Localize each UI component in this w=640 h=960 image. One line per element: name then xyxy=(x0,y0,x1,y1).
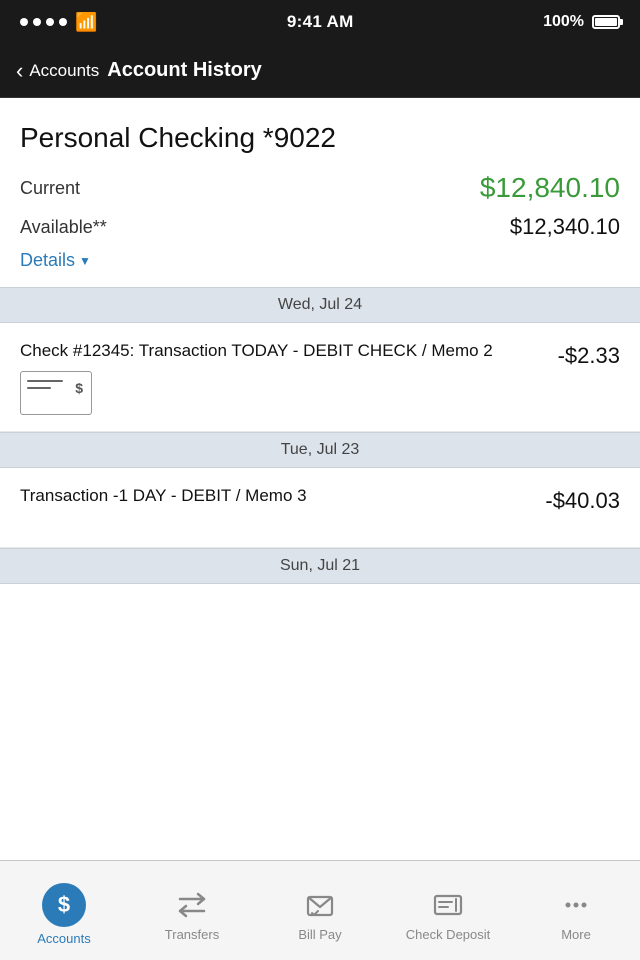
back-chevron-icon: ‹ xyxy=(16,60,23,82)
date-header-sun: Sun, Jul 21 xyxy=(0,548,640,584)
tab-billpay-label: Bill Pay xyxy=(298,927,341,942)
tab-transfers-label: Transfers xyxy=(165,927,219,942)
transaction-row[interactable]: Check #12345: Transaction TODAY - DEBIT … xyxy=(0,323,640,432)
wifi-icon: 📶 xyxy=(75,12,97,33)
transaction-desc: Check #12345: Transaction TODAY - DEBIT … xyxy=(20,339,542,363)
battery-percent: 100% xyxy=(543,13,584,31)
transactions-container: Wed, Jul 24 Check #12345: Transaction TO… xyxy=(0,287,640,584)
current-balance-row: Current $12,840.10 xyxy=(20,172,620,204)
tab-checkdeposit[interactable]: Check Deposit xyxy=(384,861,512,960)
battery-icon xyxy=(592,15,620,29)
accounts-icon: $ xyxy=(42,883,86,927)
status-time: 9:41 AM xyxy=(287,12,354,32)
signal-dot-2 xyxy=(33,18,41,26)
check-dollar-icon: $ xyxy=(75,380,83,396)
transaction-row[interactable]: Transaction -1 DAY - DEBIT / Memo 3 -$40… xyxy=(0,468,640,548)
tab-more[interactable]: More xyxy=(512,861,640,960)
checkdeposit-icon xyxy=(430,887,466,923)
available-balance-row: Available** $12,340.10 xyxy=(20,214,620,240)
transaction-amount: -$40.03 xyxy=(545,484,620,514)
signal-dot-1 xyxy=(20,18,28,26)
available-label: Available** xyxy=(20,217,107,238)
transaction-left: Check #12345: Transaction TODAY - DEBIT … xyxy=(20,339,558,415)
check-lines-icon xyxy=(27,380,63,394)
date-header-wed: Wed, Jul 24 xyxy=(0,287,640,323)
nav-back-label: Accounts xyxy=(29,61,99,81)
transaction-desc: Transaction -1 DAY - DEBIT / Memo 3 xyxy=(20,484,529,508)
tab-transfers[interactable]: Transfers xyxy=(128,861,256,960)
more-icon xyxy=(558,887,594,923)
account-name: Personal Checking *9022 xyxy=(20,122,620,154)
check-line-2 xyxy=(27,387,51,389)
transfers-icon xyxy=(174,887,210,923)
signal-dot-4 xyxy=(59,18,67,26)
nav-title: Account History xyxy=(107,59,261,82)
status-bar: 📶 9:41 AM 100% xyxy=(0,0,640,44)
status-left: 📶 xyxy=(20,12,97,33)
transaction-left: Transaction -1 DAY - DEBIT / Memo 3 xyxy=(20,484,545,516)
tab-billpay[interactable]: Bill Pay xyxy=(256,861,384,960)
tab-more-label: More xyxy=(561,927,591,942)
signal-dot-3 xyxy=(46,18,54,26)
check-image: $ xyxy=(20,371,92,415)
details-link[interactable]: Details ▼ xyxy=(20,250,620,271)
transaction-amount: -$2.33 xyxy=(558,339,620,369)
tab-bar: $ Accounts Transfers Bill Pay xyxy=(0,860,640,960)
account-section: Personal Checking *9022 Current $12,840.… xyxy=(0,98,640,287)
billpay-icon xyxy=(302,887,338,923)
nav-back-button[interactable]: ‹ Accounts xyxy=(16,60,99,82)
tab-checkdeposit-label: Check Deposit xyxy=(406,927,491,942)
available-balance: $12,340.10 xyxy=(510,214,620,240)
tab-accounts-label: Accounts xyxy=(37,931,90,946)
current-balance: $12,840.10 xyxy=(480,172,620,204)
status-right: 100% xyxy=(543,13,620,31)
date-header-tue: Tue, Jul 23 xyxy=(0,432,640,468)
details-label: Details xyxy=(20,250,75,271)
signal-dots xyxy=(20,18,67,26)
tab-accounts[interactable]: $ Accounts xyxy=(0,861,128,960)
details-arrow-icon: ▼ xyxy=(79,254,91,268)
check-line-1 xyxy=(27,380,63,382)
nav-bar: ‹ Accounts Account History xyxy=(0,44,640,98)
current-label: Current xyxy=(20,178,80,199)
